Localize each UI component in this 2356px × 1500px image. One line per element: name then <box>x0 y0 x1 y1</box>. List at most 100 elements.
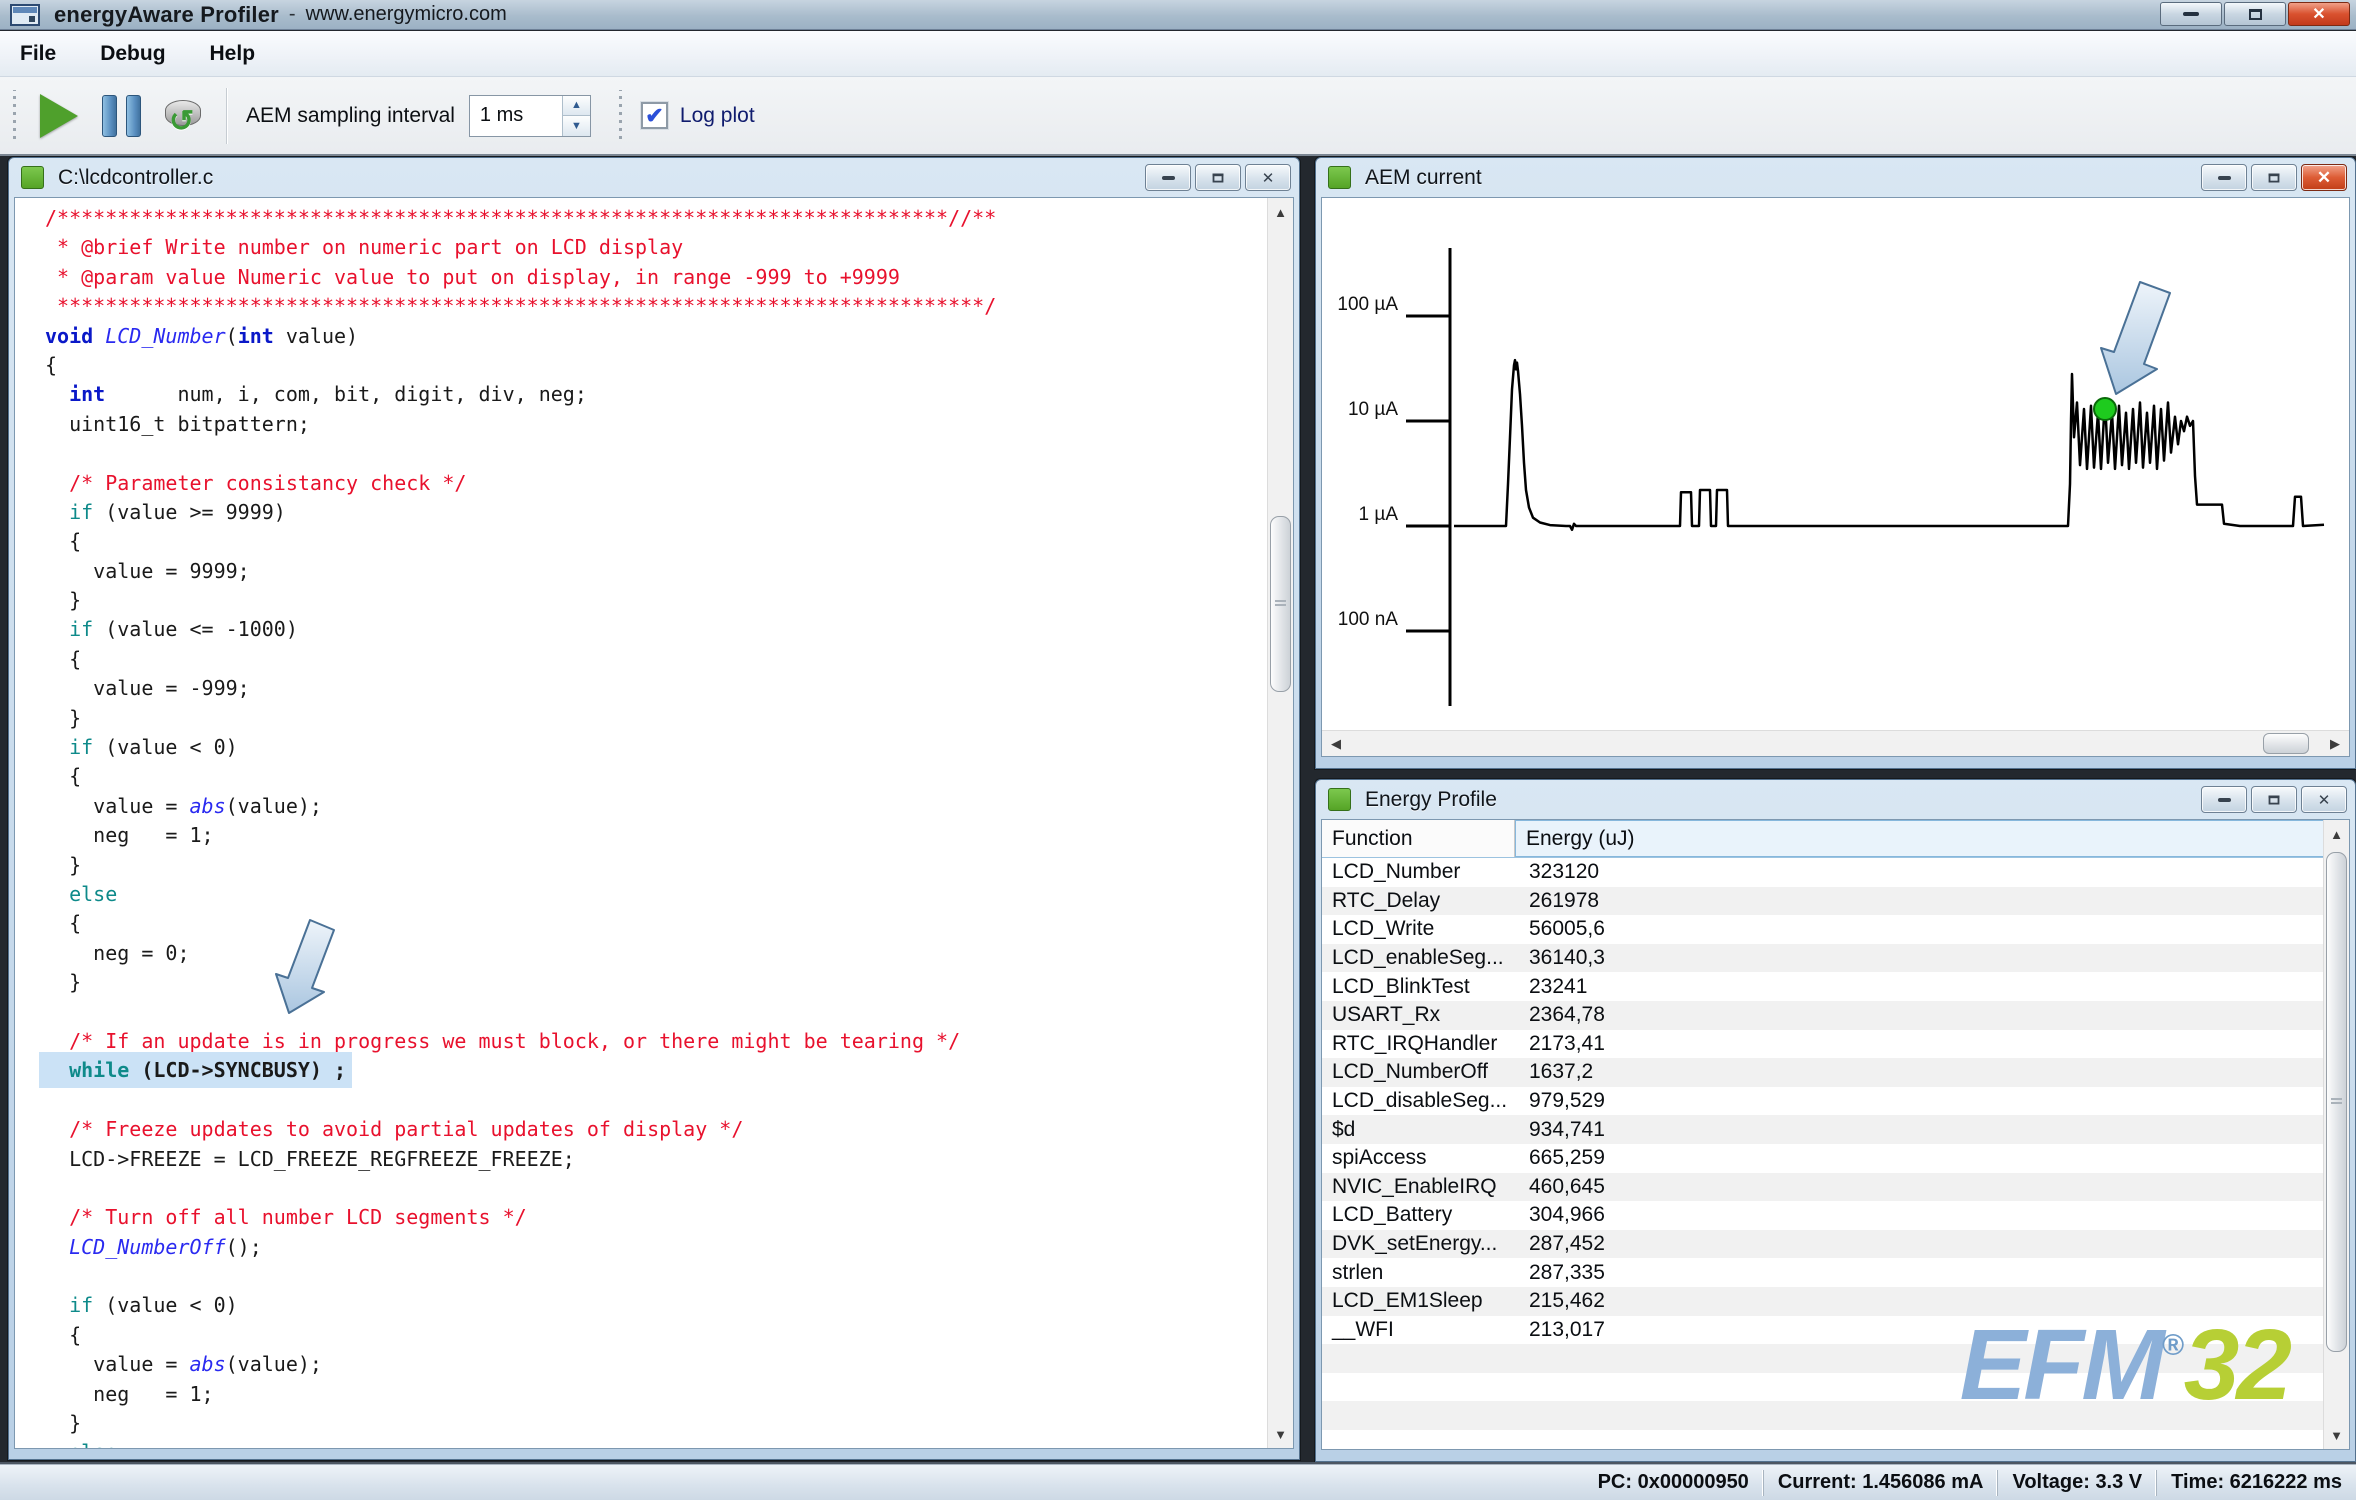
code-line[interactable]: /* Parameter consistancy check */ <box>45 469 996 498</box>
code-minimize-button[interactable] <box>1145 164 1191 191</box>
code-line[interactable]: /* Turn off all number LCD segments */ <box>45 1203 996 1232</box>
code-line[interactable]: /***************************************… <box>45 204 996 233</box>
code-window-titlebar[interactable]: C:\lcdcontroller.c ✕ <box>9 158 1299 197</box>
code-line[interactable]: } <box>45 851 996 880</box>
column-header-function[interactable]: Function <box>1322 820 1515 857</box>
code-line[interactable]: else <box>45 880 996 909</box>
code-line[interactable]: value = abs(value); <box>45 1350 996 1379</box>
code-line[interactable]: { <box>45 645 996 674</box>
table-row[interactable]: strlen287,335 <box>1322 1258 2323 1287</box>
table-row[interactable]: LCD_disableSeg...979,529 <box>1322 1087 2323 1116</box>
table-row[interactable]: spiAccess665,259 <box>1322 1144 2323 1173</box>
code-line[interactable]: ****************************************… <box>45 292 996 321</box>
table-row[interactable]: LCD_NumberOff1637,2 <box>1322 1058 2323 1087</box>
code-close-button[interactable]: ✕ <box>1245 164 1291 191</box>
column-header-energy[interactable]: Energy (uJ) <box>1515 820 2323 857</box>
sampling-interval-spinner[interactable]: 1 ms ▲ ▼ <box>469 95 591 137</box>
cursor-marker-icon[interactable] <box>2094 398 2116 420</box>
code-line[interactable]: LCD->FREEZE = LCD_FREEZE_REGFREEZE_FREEZ… <box>45 1145 996 1174</box>
profile-restore-button[interactable] <box>2251 786 2297 813</box>
profile-scrollbar-thumb[interactable] <box>2326 852 2347 1352</box>
table-row[interactable]: RTC_Delay261978 <box>1322 887 2323 916</box>
table-row[interactable]: LCD_EM1Sleep215,462 <box>1322 1287 2323 1316</box>
code-line-highlighted[interactable]: while (LCD->SYNCBUSY) ; <box>45 1056 996 1085</box>
scroll-right-icon[interactable]: ▶ <box>2321 731 2349 756</box>
code-scrollbar-thumb[interactable] <box>1270 516 1291 692</box>
code-line[interactable]: if (value < 0) <box>45 1291 996 1320</box>
code-line[interactable]: else <box>45 1438 996 1448</box>
pause-button[interactable] <box>90 87 152 145</box>
table-row[interactable]: LCD_Write56005,6 <box>1322 915 2323 944</box>
profile-close-button[interactable]: ✕ <box>2301 786 2347 813</box>
profile-vertical-scrollbar[interactable]: ▲ ▼ <box>2323 820 2349 1449</box>
code-line[interactable]: value = -999; <box>45 674 996 703</box>
code-line[interactable]: } <box>45 968 996 997</box>
table-row[interactable]: LCD_Number323120 <box>1322 858 2323 887</box>
table-row[interactable]: DVK_setEnergy...287,452 <box>1322 1230 2323 1259</box>
scroll-left-icon[interactable]: ◀ <box>1322 731 1350 756</box>
code-line[interactable]: { <box>45 762 996 791</box>
run-button[interactable] <box>28 87 90 145</box>
code-line[interactable]: * @brief Write number on numeric part on… <box>45 233 996 262</box>
energy-profile-table[interactable]: Function Energy (uJ) LCD_Number323120RTC… <box>1322 820 2323 1449</box>
menu-help[interactable]: Help <box>210 42 256 66</box>
code-line[interactable]: uint16_t bitpattern; <box>45 410 996 439</box>
profile-minimize-button[interactable] <box>2201 786 2247 813</box>
code-line[interactable]: LCD_NumberOff(); <box>45 1233 996 1262</box>
table-row[interactable]: LCD_Battery304,966 <box>1322 1201 2323 1230</box>
menu-debug[interactable]: Debug <box>100 42 165 66</box>
code-line[interactable]: } <box>45 704 996 733</box>
sampling-interval-value[interactable]: 1 ms <box>470 96 562 136</box>
code-line[interactable]: /* Freeze updates to avoid partial updat… <box>45 1115 996 1144</box>
aem-horizontal-scrollbar[interactable]: ◀ ▶ <box>1322 730 2349 756</box>
aem-minimize-button[interactable] <box>2201 164 2247 191</box>
code-restore-button[interactable] <box>1195 164 1241 191</box>
spinner-down-button[interactable]: ▼ <box>563 116 590 136</box>
code-line[interactable]: value = abs(value); <box>45 792 996 821</box>
aem-scrollbar-thumb[interactable] <box>2263 733 2309 754</box>
code-line[interactable]: { <box>45 351 996 380</box>
code-vertical-scrollbar[interactable]: ▲ ▼ <box>1267 198 1293 1448</box>
code-line[interactable]: } <box>45 1409 996 1438</box>
code-line[interactable]: * @param value Numeric value to put on d… <box>45 263 996 292</box>
code-line[interactable]: { <box>45 909 996 938</box>
app-minimize-button[interactable] <box>2160 2 2222 26</box>
scroll-down-icon[interactable]: ▼ <box>2324 1421 2349 1449</box>
scroll-up-icon[interactable]: ▲ <box>2324 820 2349 848</box>
code-line[interactable]: int num, i, com, bit, digit, div, neg; <box>45 380 996 409</box>
code-line[interactable] <box>45 1262 996 1291</box>
aem-close-button[interactable]: ✕ <box>2301 164 2347 191</box>
code-line[interactable]: { <box>45 1321 996 1350</box>
table-row[interactable]: USART_Rx2364,78 <box>1322 1001 2323 1030</box>
code-line[interactable] <box>45 439 996 468</box>
app-close-button[interactable]: ✕ <box>2288 2 2350 26</box>
code-editor[interactable]: /***************************************… <box>15 198 1267 1448</box>
code-line[interactable]: neg = 0; <box>45 939 996 968</box>
table-row[interactable]: NVIC_EnableIRQ460,645 <box>1322 1173 2323 1202</box>
profile-window-titlebar[interactable]: Energy Profile ✕ <box>1316 780 2355 819</box>
code-line[interactable] <box>45 998 996 1027</box>
code-line[interactable]: if (value >= 9999) <box>45 498 996 527</box>
code-line[interactable]: void LCD_Number(int value) <box>45 322 996 351</box>
reset-button[interactable]: ↺ <box>152 87 214 145</box>
table-row[interactable]: LCD_enableSeg...36140,3 <box>1322 944 2323 973</box>
code-line[interactable]: if (value < 0) <box>45 733 996 762</box>
code-line[interactable]: if (value <= -1000) <box>45 615 996 644</box>
code-line[interactable] <box>45 1086 996 1115</box>
code-line[interactable]: } <box>45 586 996 615</box>
scroll-up-icon[interactable]: ▲ <box>1268 198 1293 226</box>
app-restore-button[interactable] <box>2224 2 2286 26</box>
code-line[interactable] <box>45 1174 996 1203</box>
table-row[interactable]: $d934,741 <box>1322 1115 2323 1144</box>
table-row[interactable]: RTC_IRQHandler2173,41 <box>1322 1030 2323 1059</box>
spinner-up-button[interactable]: ▲ <box>563 96 590 117</box>
aem-restore-button[interactable] <box>2251 164 2297 191</box>
code-line[interactable]: /* If an update is in progress we must b… <box>45 1027 996 1056</box>
scroll-down-icon[interactable]: ▼ <box>1268 1420 1293 1448</box>
aem-current-chart[interactable]: 100 µA10 µA1 µA100 nA <box>1322 198 2349 730</box>
aem-window-titlebar[interactable]: AEM current ✕ <box>1316 158 2355 197</box>
table-row[interactable]: LCD_BlinkTest23241 <box>1322 972 2323 1001</box>
log-plot-checkbox[interactable]: ✔ <box>641 102 668 129</box>
code-line[interactable]: { <box>45 527 996 556</box>
code-line[interactable]: neg = 1; <box>45 1380 996 1409</box>
